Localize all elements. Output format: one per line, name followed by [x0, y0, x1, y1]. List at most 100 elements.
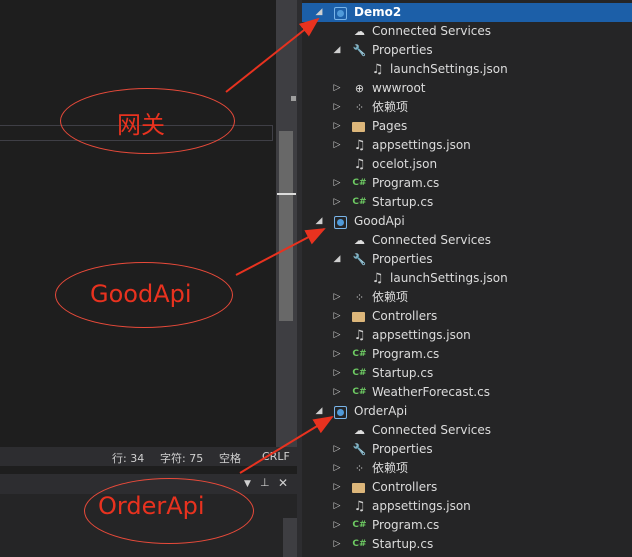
tree-item-label: Startup.cs: [372, 537, 434, 551]
tree-item-label: appsettings.json: [372, 328, 471, 342]
tree-item[interactable]: ▷ C# WeatherForecast.cs: [302, 383, 632, 402]
collapsed-chevron-icon[interactable]: ▷: [332, 326, 342, 345]
tree-item[interactable]: ▷ Controllers: [302, 478, 632, 497]
tree-item-label: Connected Services: [372, 24, 492, 38]
tree-item[interactable]: ▷ C# Startup.cs: [302, 535, 632, 554]
collapsed-chevron-icon[interactable]: ▷: [332, 136, 342, 155]
solution-explorer: ◢ Demo2 ☁ Connected Services ◢ 🔧 Properties ♫ la…: [302, 0, 632, 557]
tree-item[interactable]: ▷ C# Program.cs: [302, 345, 632, 364]
tree-item-label: 依赖项: [372, 100, 409, 114]
tree-item[interactable]: ▷ C# Startup.cs: [302, 364, 632, 383]
dependencies-icon: ⁘: [354, 462, 365, 475]
tree-item-label: launchSettings.json: [390, 271, 508, 285]
tree-item-label: appsettings.json: [372, 138, 471, 152]
editor-status-bar: 行: 34 字符: 75 空格 CRLF: [0, 447, 297, 466]
expanded-chevron-icon[interactable]: ◢: [332, 250, 342, 269]
tree-item[interactable]: ☁ Connected Services: [302, 22, 632, 41]
tree-item[interactable]: ▷ ⁘ 依赖项: [302, 98, 632, 117]
line-indicator: 行: 34: [112, 452, 145, 465]
dependencies-icon: ⁘: [354, 291, 365, 304]
collapsed-chevron-icon[interactable]: ▷: [332, 364, 342, 383]
tree-item[interactable]: ◢ GoodApi: [302, 212, 632, 231]
collapsed-chevron-icon[interactable]: ▷: [332, 345, 342, 364]
pin-icon[interactable]: ⊥: [260, 476, 270, 489]
folder-icon: [352, 483, 365, 493]
dependencies-icon: ⁘: [354, 101, 365, 114]
tree-item[interactable]: ◢ 🔧 Properties: [302, 250, 632, 269]
panel-scrollbar[interactable]: [283, 518, 297, 557]
expanded-chevron-icon[interactable]: ◢: [314, 212, 324, 231]
csharp-icon: C#: [352, 178, 367, 188]
collapsed-chevron-icon[interactable]: ▷: [332, 459, 342, 478]
csharp-icon: C#: [352, 368, 367, 378]
tree-item-label: Controllers: [372, 309, 438, 323]
collapsed-chevron-icon[interactable]: ▷: [332, 117, 342, 136]
tree-item-label: Connected Services: [372, 423, 492, 437]
json-icon: ♫: [353, 499, 366, 514]
collapsed-chevron-icon[interactable]: ▷: [332, 516, 342, 535]
tree-item-label: Pages: [372, 119, 408, 133]
tree-item[interactable]: ▷ C# Program.cs: [302, 174, 632, 193]
tree-item[interactable]: ◢ 🔧 Properties: [302, 41, 632, 60]
tree-item[interactable]: ▷ 🔧 Properties: [302, 440, 632, 459]
tree-item-label: Program.cs: [372, 176, 440, 190]
line-ending-indicator[interactable]: CRLF: [262, 450, 290, 463]
collapsed-chevron-icon[interactable]: ▷: [332, 478, 342, 497]
project-icon: [334, 7, 347, 20]
collapsed-chevron-icon[interactable]: ▷: [332, 174, 342, 193]
expanded-chevron-icon[interactable]: ◢: [314, 402, 324, 421]
tree-item[interactable]: ▷ C# Startup.cs: [302, 193, 632, 212]
tree-item[interactable]: ♫ launchSettings.json: [302, 269, 632, 288]
goodapi-annotation-text: GoodApi: [90, 280, 192, 308]
cloud-icon: ☁: [354, 25, 365, 38]
tree-item[interactable]: ▷ Controllers: [302, 307, 632, 326]
tree-item[interactable]: ▷ ♫ appsettings.json: [302, 326, 632, 345]
tree-item[interactable]: ▷ ⁘ 依赖项: [302, 288, 632, 307]
csharp-icon: C#: [352, 349, 367, 359]
tree-item-label: appsettings.json: [372, 499, 471, 513]
tree-item[interactable]: ☁ Connected Services: [302, 231, 632, 250]
json-icon: ♫: [353, 328, 366, 343]
tree-item-label: Demo2: [354, 5, 402, 19]
tree-item[interactable]: ▷ C# Program.cs: [302, 516, 632, 535]
json-icon: ♫: [371, 62, 384, 77]
tree-item-label: Program.cs: [372, 518, 440, 532]
tree-item[interactable]: ▷ Pages: [302, 117, 632, 136]
tree-item-label: ocelot.json: [372, 157, 438, 171]
orderapi-annotation-text: OrderApi: [98, 492, 205, 520]
tree-item[interactable]: ▷ ⊕ wwwroot: [302, 79, 632, 98]
tree-item[interactable]: ◢ Demo2: [302, 3, 632, 22]
tree-item[interactable]: ▷ ♫ appsettings.json: [302, 136, 632, 155]
expanded-chevron-icon[interactable]: ◢: [314, 3, 324, 22]
close-icon[interactable]: ✕: [278, 476, 288, 490]
collapsed-chevron-icon[interactable]: ▷: [332, 98, 342, 117]
dropdown-icon[interactable]: ▼: [244, 479, 251, 489]
project-icon: [334, 216, 347, 229]
json-icon: ♫: [353, 138, 366, 153]
json-icon: ♫: [371, 271, 384, 286]
tree-item[interactable]: ♫ launchSettings.json: [302, 60, 632, 79]
tree-item[interactable]: ☁ Connected Services: [302, 421, 632, 440]
folder-icon: [352, 312, 365, 322]
collapsed-chevron-icon[interactable]: ▷: [332, 497, 342, 516]
tree-item-label: Connected Services: [372, 233, 492, 247]
tree-item-label: OrderApi: [354, 404, 408, 418]
wrench-icon: 🔧: [352, 44, 367, 57]
scrollbar-thumb[interactable]: [279, 131, 293, 321]
tree-item-label: WeatherForecast.cs: [372, 385, 490, 399]
collapsed-chevron-icon[interactable]: ▷: [332, 440, 342, 459]
collapsed-chevron-icon[interactable]: ▷: [332, 193, 342, 212]
collapsed-chevron-icon[interactable]: ▷: [332, 79, 342, 98]
code-editor[interactable]: [0, 0, 276, 447]
tree-item[interactable]: ♫ ocelot.json: [302, 155, 632, 174]
tree-item[interactable]: ◢ OrderApi: [302, 402, 632, 421]
tree-item-label: launchSettings.json: [390, 62, 508, 76]
collapsed-chevron-icon[interactable]: ▷: [332, 307, 342, 326]
collapsed-chevron-icon[interactable]: ▷: [332, 535, 342, 554]
expanded-chevron-icon[interactable]: ◢: [332, 41, 342, 60]
collapsed-chevron-icon[interactable]: ▷: [332, 288, 342, 307]
collapsed-chevron-icon[interactable]: ▷: [332, 383, 342, 402]
tree-item[interactable]: ▷ ⁘ 依赖项: [302, 459, 632, 478]
whitespace-indicator[interactable]: 空格: [219, 450, 241, 466]
tree-item[interactable]: ▷ ♫ appsettings.json: [302, 497, 632, 516]
